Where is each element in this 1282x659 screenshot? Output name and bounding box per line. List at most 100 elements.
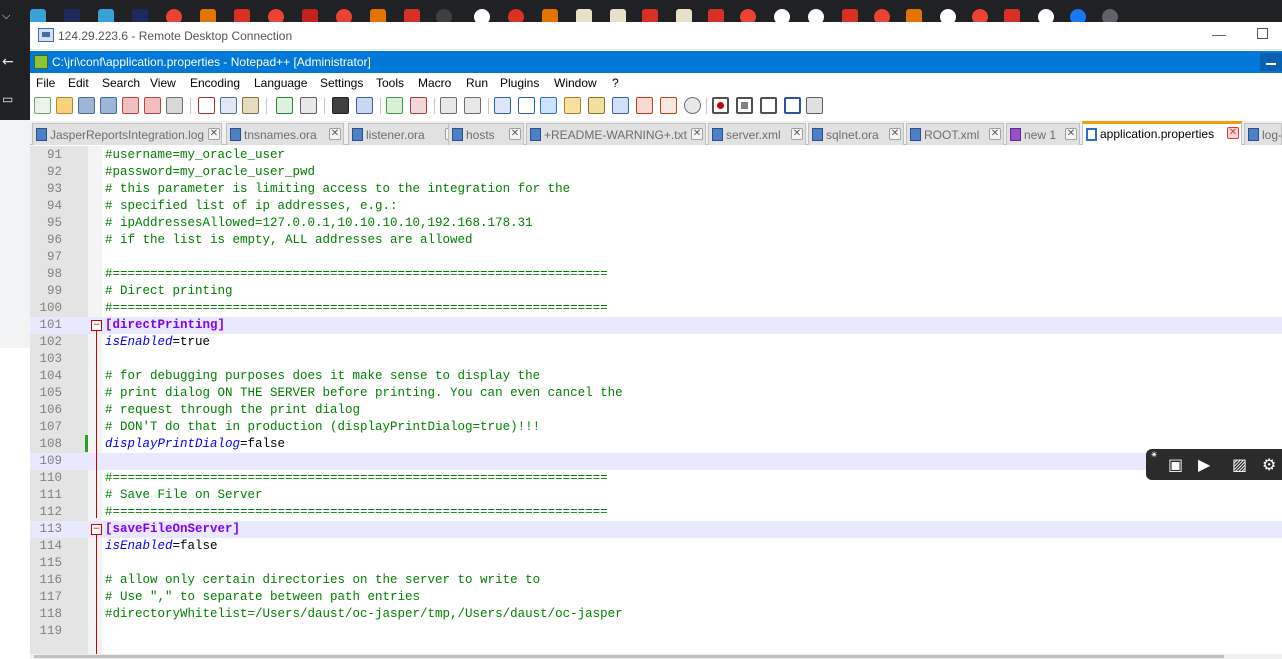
save-all-icon[interactable] [100,97,117,114]
pin-icon[interactable]: ✴ [1150,450,1158,461]
tab-listener-ora[interactable]: listener.ora ✕ [348,123,460,145]
menu-settings[interactable]: Settings [320,76,363,90]
folder-workspace-icon[interactable] [660,97,677,114]
code-line[interactable]: 109 [30,453,1282,470]
close-tab-button[interactable]: ✕ [329,128,341,140]
code-line[interactable]: 112 #====================================… [30,504,1282,521]
fold-toggle[interactable]: − [91,320,102,331]
minimize-button[interactable] [1260,53,1282,71]
code-line[interactable]: 119 [30,623,1282,640]
code-line[interactable]: 94 # specified list of ip addresses, e.g.… [30,198,1282,215]
code-line[interactable]: 98 #=====================================… [30,266,1282,283]
code-line[interactable]: 114 isEnabled=false [30,538,1282,555]
close-tab-button[interactable]: ✕ [989,128,1001,140]
tab-hosts[interactable]: hosts ✕ [448,123,524,145]
code-line[interactable]: 102 isEnabled=true [30,334,1282,351]
tab-server-xml[interactable]: server.xml ✕ [708,123,806,145]
sync-vertical-icon[interactable] [440,97,457,114]
camera-icon[interactable]: ▣ [1168,455,1183,474]
code-line[interactable]: 105 # print dialog ON THE SERVER before p… [30,385,1282,402]
code-line[interactable]: 97 [30,249,1282,266]
code-line[interactable]: 96 # if the list is empty, ALL addresses … [30,232,1282,249]
open-file-icon[interactable] [56,97,73,114]
menu-file[interactable]: File [36,76,55,90]
word-wrap-icon[interactable] [494,97,511,114]
tab-root-xml[interactable]: ROOT.xml ✕ [906,123,1004,145]
copy-icon[interactable] [220,97,237,114]
play-macro-icon[interactable] [760,97,777,114]
menu-window[interactable]: Window [554,76,597,90]
tab-jasperreportsintegration-log[interactable]: JasperReportsIntegration.log ✕ [32,123,222,145]
new-file-icon[interactable] [34,97,51,114]
menu-encoding[interactable]: Encoding [190,76,240,90]
indent-guide-icon[interactable] [540,97,557,114]
menu-help[interactable]: ? [612,76,619,90]
video-icon[interactable]: ▶ [1198,455,1210,474]
code-line[interactable]: 92 #password=my_oracle_user_pwd [30,164,1282,181]
menu-language[interactable]: Language [254,76,307,90]
menu-search[interactable]: Search [102,76,140,90]
run-macro-multiple-icon[interactable] [784,97,801,114]
code-line[interactable]: 93 # this parameter is limiting access to… [30,181,1282,198]
code-line[interactable]: 104 # for debugging purposes does it make… [30,368,1282,385]
show-all-chars-icon[interactable] [518,97,535,114]
cut-icon[interactable] [198,97,215,114]
code-line[interactable]: 108 displayPrintDialog=false [30,436,1282,453]
user-lang-icon[interactable] [564,97,581,114]
chevron-down-icon[interactable]: ⌵ [2,9,10,23]
close-all-icon[interactable] [144,97,161,114]
minimize-button[interactable]: — [1212,26,1226,42]
fold-toggle[interactable]: − [91,524,102,535]
editor[interactable]: 91 #username=my_oracle_user 92 #password=my… [30,146,1282,654]
close-tab-button[interactable]: ✕ [509,128,521,140]
code-line[interactable]: 99 # Direct printing [30,283,1282,300]
record-macro-icon[interactable] [712,97,729,114]
print-icon[interactable] [166,97,183,114]
gear-icon[interactable]: ⚙ [1262,455,1276,474]
menu-view[interactable]: View [150,76,176,90]
back-arrow-icon[interactable]: ← [2,54,14,70]
code-line[interactable]: 95 # ipAddressesAllowed=127.0.0.1,10.10.1… [30,215,1282,232]
replace-icon[interactable] [356,97,373,114]
code-line[interactable]: 107 # DON'T do that in production (displa… [30,419,1282,436]
close-tab-button[interactable]: ✕ [208,128,220,140]
code-line[interactable]: 110 #====================================… [30,470,1282,487]
code-line[interactable]: 111 # Save File on Server [30,487,1282,504]
close-tab-button[interactable]: ✕ [889,128,901,140]
menu-macro[interactable]: Macro [418,76,451,90]
zoom-in-icon[interactable] [386,97,403,114]
tab-readme-warning-txt[interactable]: +README-WARNING+.txt ✕ [526,123,706,145]
close-file-icon[interactable] [122,97,139,114]
save-icon[interactable] [78,97,95,114]
code-line[interactable]: 91 #username=my_oracle_user [30,147,1282,164]
menu-edit[interactable]: Edit [68,76,89,90]
tab-tnsnames-ora[interactable]: tnsnames.ora ✕ [226,123,344,145]
stop-macro-icon[interactable] [736,97,753,114]
code-line[interactable]: 115 [30,555,1282,572]
code-line[interactable]: 113 [saveFileOnServer] − [30,521,1282,538]
close-tab-button[interactable]: ✕ [691,128,703,140]
menu-run[interactable]: Run [466,76,488,90]
close-tab-button[interactable]: ✕ [1065,128,1077,140]
zoom-out-icon[interactable] [410,97,427,114]
code-line[interactable]: 103 [30,351,1282,368]
code-line[interactable]: 101 [directPrinting] − [30,317,1282,334]
function-list-icon[interactable] [636,97,653,114]
monitoring-icon[interactable] [684,97,701,114]
close-tab-button[interactable]: ✕ [1227,127,1239,139]
code-line[interactable]: 118 #directoryWhitelist=/Users/daust/oc-j… [30,606,1282,623]
horizontal-scrollbar[interactable] [30,654,1282,659]
close-tab-button[interactable]: ✕ [791,128,803,140]
menu-plugins[interactable]: Plugins [500,76,539,90]
maximize-button[interactable] [1257,28,1268,39]
doc-list-icon[interactable] [612,97,629,114]
tab-application-properties[interactable]: application.properties ✕ [1082,121,1242,145]
find-icon[interactable] [332,97,349,114]
redo-icon[interactable] [300,97,317,114]
save-macro-icon[interactable] [806,97,823,114]
folder-icon[interactable]: ▭ [2,92,13,106]
tab-new-1[interactable]: new 1 ✕ [1006,123,1080,145]
code-line[interactable]: 117 # Use "," to separate between path en… [30,589,1282,606]
paste-icon[interactable] [242,97,259,114]
scrollbar-thumb[interactable] [34,655,1224,658]
